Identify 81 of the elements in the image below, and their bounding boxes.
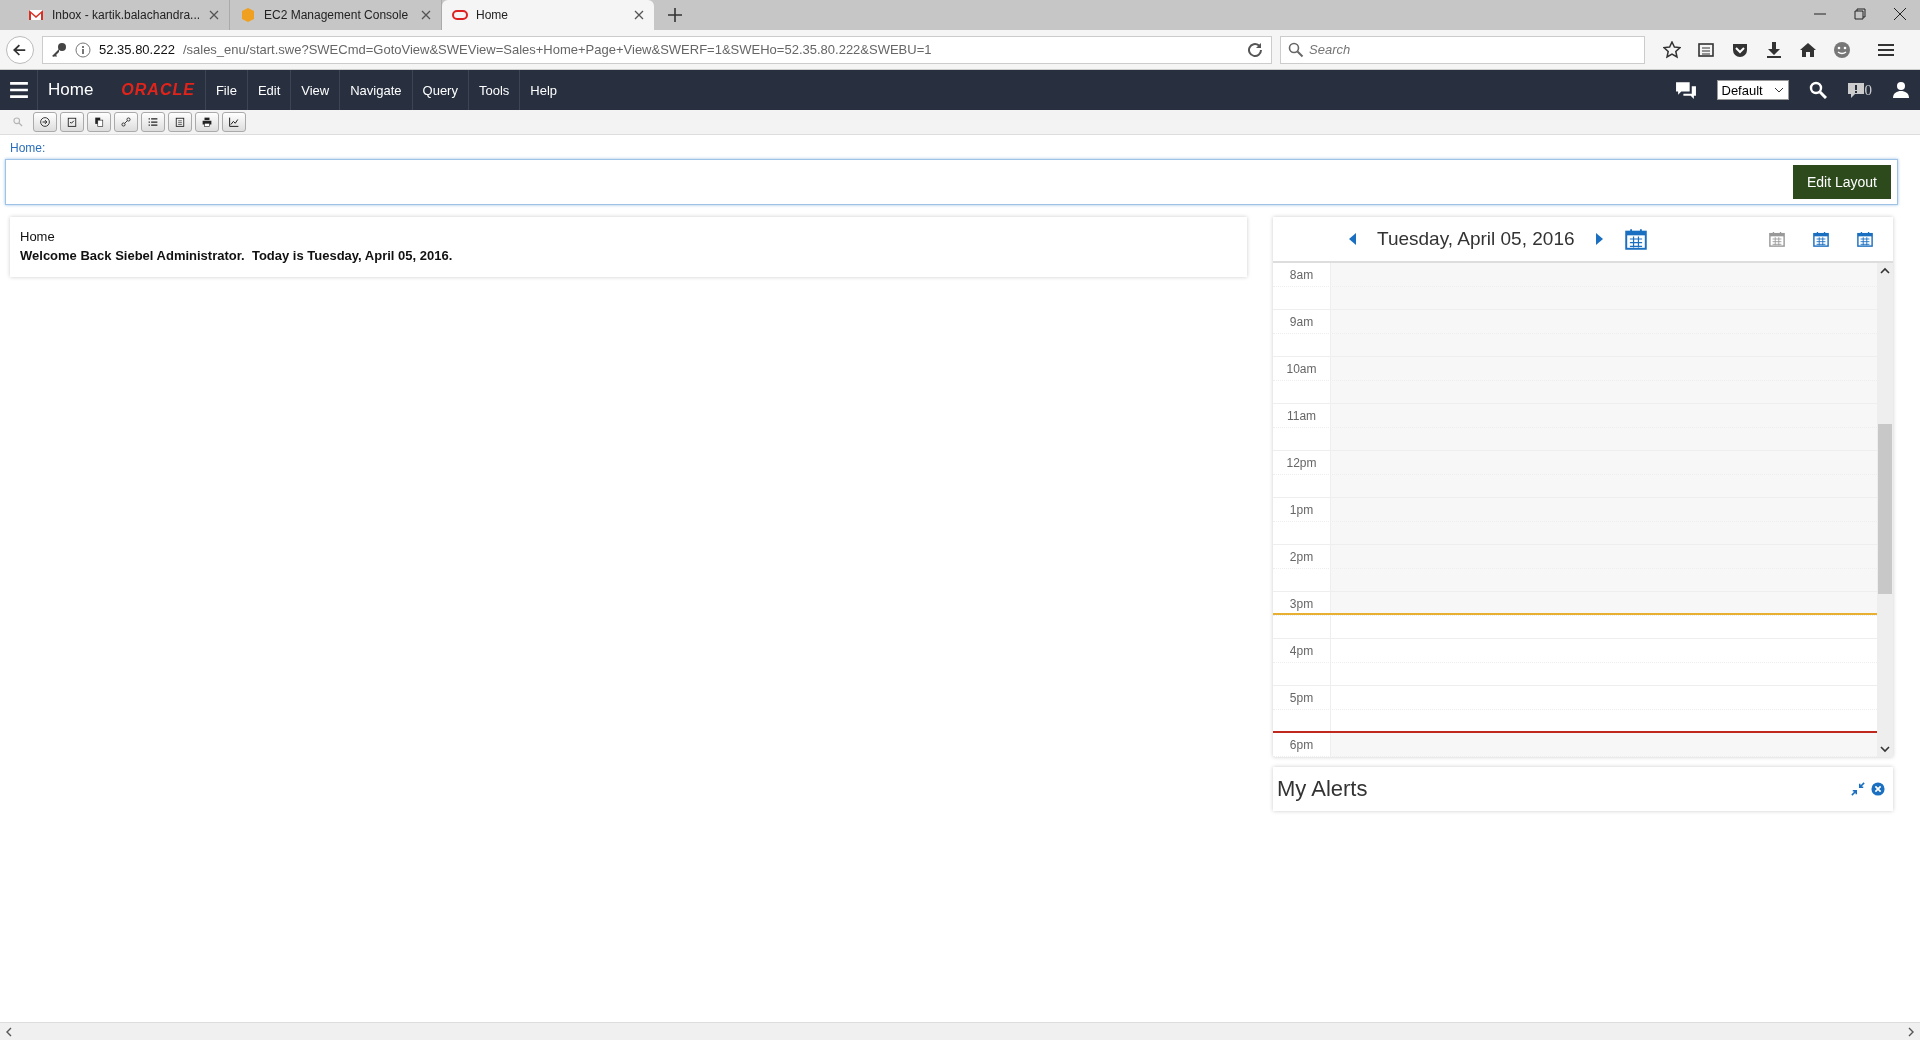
next-icon[interactable] (1594, 232, 1605, 246)
star-icon[interactable] (1663, 40, 1681, 59)
toolbar-button[interactable] (168, 112, 192, 132)
printer-icon (202, 115, 212, 129)
smiley-icon[interactable] (1833, 40, 1851, 59)
list-icon (148, 115, 158, 129)
brand-logo: ORACLE (120, 80, 196, 100)
alert-bubble-icon[interactable] (1846, 81, 1865, 99)
alert-count: 0 (1864, 81, 1872, 99)
restore-icon[interactable] (1854, 8, 1866, 20)
arrow-circle-icon (40, 115, 50, 129)
calendar-icon[interactable] (1769, 231, 1785, 247)
browser-tab[interactable]: Home (442, 0, 654, 30)
hour-label: 1pm (1273, 498, 1331, 544)
page-title: Home (47, 79, 95, 101)
hour-label: 12pm (1273, 451, 1331, 497)
chevron-up-icon[interactable] (1880, 266, 1890, 276)
line-chart-icon (229, 115, 239, 129)
key-icon (51, 41, 67, 58)
applet-title: Home (20, 229, 56, 244)
hour-label: 6pm (1273, 733, 1331, 757)
calendar-date: Tuesday, April 05, 2016 (1377, 228, 1575, 250)
hour-label: 9am (1273, 310, 1331, 356)
scrollbar[interactable] (1877, 263, 1893, 757)
toolbar-button[interactable] (87, 112, 111, 132)
chevron-down-icon[interactable] (1880, 744, 1890, 754)
home-icon[interactable] (1799, 40, 1817, 59)
hour-label: 4pm (1273, 639, 1331, 685)
hour-label: 2pm (1273, 545, 1331, 591)
edit-layout-button[interactable]: Edit Layout (1792, 165, 1891, 199)
previous-icon[interactable] (1347, 232, 1357, 246)
close-icon[interactable] (1871, 782, 1885, 796)
toolbar-button[interactable] (33, 112, 57, 132)
close-icon[interactable] (421, 10, 431, 20)
hour-label: 8am (1273, 263, 1331, 309)
alerts-title: My Alerts (1277, 776, 1369, 802)
minimize-arrows-icon[interactable] (1851, 782, 1865, 796)
hour-label: 3pm (1273, 592, 1331, 638)
reading-list-icon[interactable] (1697, 40, 1715, 59)
plus-icon[interactable] (668, 8, 682, 22)
envelope-icon (28, 7, 44, 23)
search-icon (13, 115, 23, 129)
ui-logo-icon (452, 7, 468, 23)
copy-icon (94, 115, 104, 129)
close-icon[interactable] (209, 10, 219, 20)
close-icon[interactable] (634, 10, 644, 20)
toolbar-button[interactable] (60, 112, 84, 132)
layout-dropdown[interactable]: Default (1716, 80, 1789, 100)
url-host: 52.35.80.222 (99, 42, 175, 57)
user-icon[interactable] (1892, 81, 1910, 99)
back-button[interactable] (6, 35, 34, 64)
cube-icon (240, 7, 256, 23)
close-icon[interactable] (1894, 8, 1906, 20)
calendar-icon[interactable] (1857, 231, 1873, 247)
download-icon[interactable] (1765, 40, 1783, 59)
hour-label: 5pm (1273, 686, 1331, 732)
search-icon[interactable] (1808, 81, 1827, 99)
link-icon (121, 115, 131, 129)
url-path: /sales_enu/start.swe?SWECmd=GotoView&SWEView=Sales+Home+Page+View&SWERF=1&SWEHo=52.35.80.222&SWEBU=1 (182, 42, 933, 57)
breadcrumb-link[interactable]: Home: (0, 135, 1920, 159)
toolbar-button[interactable] (141, 112, 165, 132)
calendar-icon[interactable] (1813, 231, 1829, 247)
back-arrow-icon (13, 42, 27, 57)
hour-label: 11am (1273, 404, 1331, 450)
toolbar-button[interactable] (195, 112, 219, 132)
chat-bubbles-icon[interactable] (1674, 80, 1697, 100)
chevron-left-icon[interactable] (4, 1026, 14, 1037)
calendar-icon[interactable] (1624, 228, 1647, 250)
hour-label: 10am (1273, 357, 1331, 403)
menu-icon[interactable] (8, 80, 29, 100)
search-field[interactable]: Search (1280, 35, 1645, 64)
info-icon[interactable] (75, 41, 91, 58)
address-bar[interactable]: 52.35.80.222 /sales_enu/start.swe?SWECmd=GotoView&SWEView=Sales+Home+Page+View&SWERF=1&SWEHo=52.35.80.222&SWEBU=1 (42, 35, 1272, 64)
clipboard-check-icon (67, 115, 77, 129)
clipboard-icon (175, 115, 185, 129)
chevron-down-icon (1773, 85, 1784, 95)
reload-icon[interactable] (1247, 41, 1263, 58)
toolbar-button[interactable] (222, 112, 246, 132)
chevron-right-icon[interactable] (1906, 1026, 1916, 1037)
welcome-message: Welcome Back Siebel Administrator. Today is Tuesday, April 05, 2016. (20, 248, 454, 263)
search-icon (1288, 41, 1304, 58)
